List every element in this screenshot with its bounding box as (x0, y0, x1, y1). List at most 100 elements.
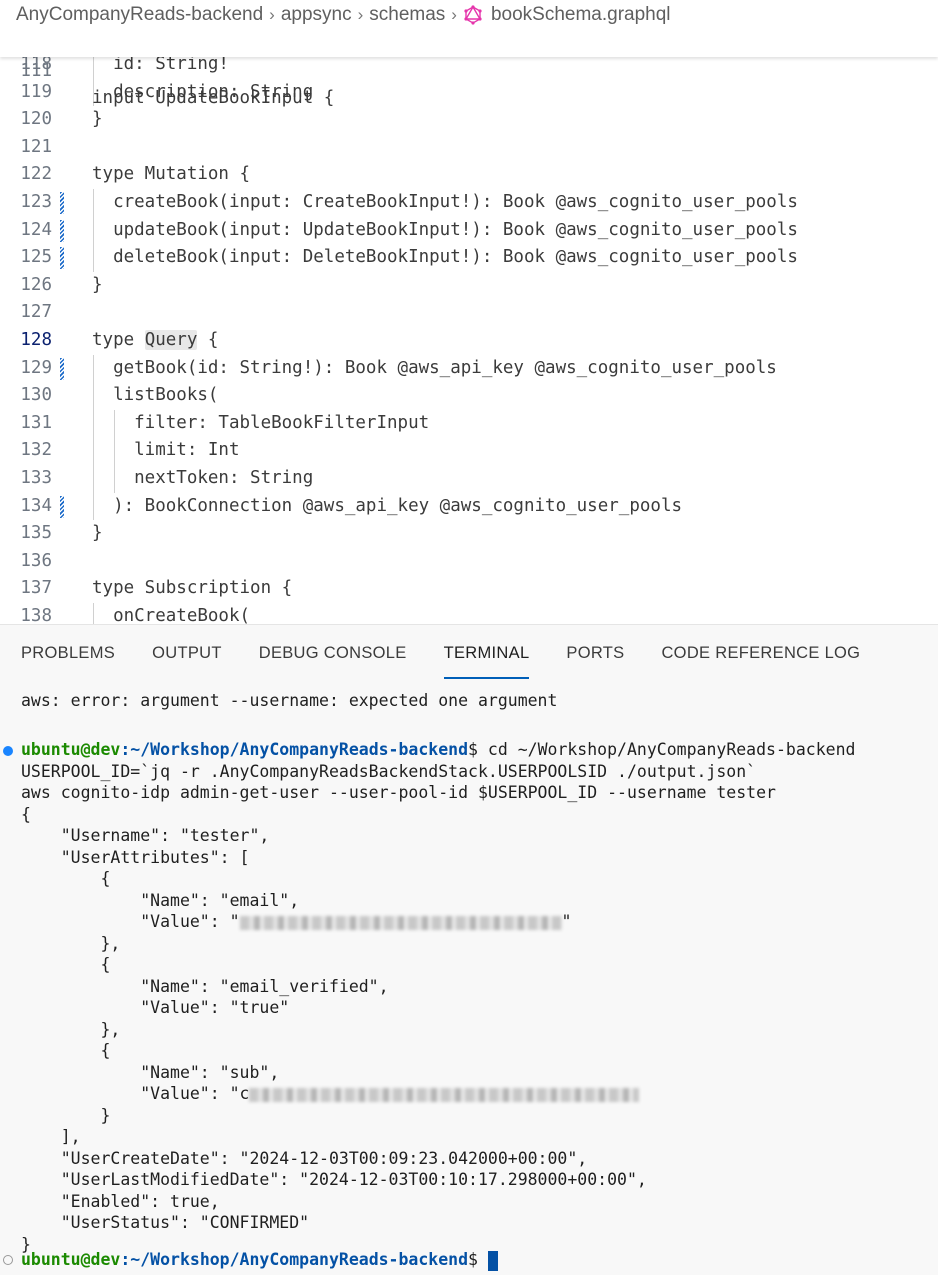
terminal-output-line: "UserStatus": "CONFIRMED" (21, 1212, 309, 1234)
terminal-output-line: }, (21, 1019, 120, 1041)
redacted-email (239, 915, 562, 930)
indent-guide (93, 603, 94, 624)
line-number: 128 (20, 330, 52, 350)
breadcrumb-item-file[interactable]: bookSchema.graphql (491, 4, 671, 26)
terminal-output-line: } (21, 1105, 110, 1127)
output-text: "UserStatus": "CONFIRMED" (21, 1213, 310, 1232)
code-line: nextToken: String (92, 468, 314, 488)
code-line: deleteBook(input: DeleteBookInput!): Boo… (92, 247, 798, 268)
output-text: "Name": "email_verified", (21, 976, 389, 996)
terminal-command: aws cognito-idp admin-get-user --user-po… (21, 783, 776, 802)
code-row[interactable]: 133 nextToken: String (0, 465, 938, 493)
code-row[interactable]: 137 type Subscription { (0, 575, 938, 603)
line-number: 122 (20, 164, 52, 185)
command-pending-dot-icon[interactable] (3, 1255, 13, 1265)
line-number: 127 (20, 302, 52, 323)
code-row[interactable]: 125 deleteBook(input: DeleteBookInput!):… (0, 244, 938, 272)
code-row[interactable]: 128 type Query { (0, 327, 938, 355)
output-text: { (21, 869, 111, 888)
code-row[interactable]: 135} (0, 520, 938, 548)
sticky-scroll-header[interactable]: 111 input UpdateBookInput { (0, 30, 938, 108)
code-row[interactable]: 129 getBook(id: String!): Book @aws_api_… (0, 354, 938, 383)
indent-guide (114, 437, 116, 465)
terminal-output-line: { (21, 804, 31, 826)
code-row[interactable]: 123 createBook(input: CreateBookInput!):… (0, 189, 938, 217)
output-text: "Value": "c (21, 1084, 250, 1103)
line-number: 124 (20, 219, 52, 240)
code-editor[interactable]: 111 input UpdateBookInput { 118 id: Stri… (0, 30, 938, 624)
tab-output[interactable]: OUTPUT (152, 625, 222, 675)
line-number: 111 (20, 60, 52, 81)
indent-guide (93, 189, 94, 217)
modified-line-indicator[interactable] (60, 192, 64, 214)
terminal-prompt-line: ubuntu@dev:~/Workshop/AnyCompanyReads-ba… (21, 1249, 498, 1271)
terminal-output-line: "Name": "email_verified", (21, 976, 389, 998)
terminal-cursor[interactable] (487, 1250, 498, 1271)
indent-guide (93, 409, 94, 438)
code-line: ): BookConnection @aws_api_key @aws_cogn… (92, 495, 683, 516)
code-row[interactable]: 127 (0, 299, 938, 327)
code-line: updateBook(input: UpdateBookInput!): Boo… (92, 219, 798, 240)
code-line: type Mutation { (92, 164, 251, 185)
modified-line-indicator[interactable] (60, 247, 64, 270)
terminal-output-line: "UserAttributes": [ (21, 847, 250, 869)
prompt-symbol: $ (468, 740, 478, 759)
output-text: "Name": "email", (21, 890, 300, 910)
code-row[interactable]: 122 type Mutation { (0, 161, 938, 189)
code-row[interactable]: 136 (0, 548, 938, 576)
code-row[interactable]: 132 limit: Int (0, 437, 938, 465)
code-row[interactable]: 138 onCreateBook( (0, 603, 938, 624)
bottom-panel: PROBLEMS OUTPUT DEBUG CONSOLE TERMINAL PORTS… (0, 624, 938, 1275)
breadcrumb-separator: › (357, 5, 364, 24)
command-success-dot-icon[interactable] (3, 746, 13, 756)
modified-line-indicator[interactable] (60, 357, 64, 380)
terminal-output-line: "Name": "sub", (21, 1062, 279, 1084)
terminal-output-line: { (21, 868, 110, 890)
tab-code-reference-log[interactable]: CODE REFERENCE LOG (661, 625, 860, 675)
line-number: 132 (20, 440, 52, 461)
tab-ports[interactable]: PORTS (566, 625, 624, 675)
breadcrumb-item-project[interactable]: AnyCompanyReads-backend (16, 4, 263, 26)
code-row[interactable]: 134 ): BookConnection @aws_api_key @aws_… (0, 492, 938, 521)
code-row[interactable]: 126} (0, 272, 938, 300)
terminal-output-line: { (21, 1040, 110, 1062)
line-number: 136 (20, 550, 52, 571)
breadcrumb-separator: › (269, 5, 275, 24)
code-line: type Query { (92, 330, 219, 350)
tab-debug-console[interactable]: DEBUG CONSOLE (259, 625, 407, 675)
modified-line-indicator[interactable] (60, 219, 64, 242)
breadcrumb-item-appsync[interactable]: appsync (281, 4, 352, 26)
indent-guide (114, 409, 116, 438)
graphql-icon (463, 5, 483, 25)
output-text: "Enabled": true, (21, 1191, 220, 1211)
tab-problems[interactable]: PROBLEMS (21, 625, 115, 675)
highlighted-symbol: Query (144, 330, 198, 350)
tab-terminal[interactable]: TERMINAL (443, 625, 530, 679)
code-line: listBooks( (92, 385, 219, 406)
code-row[interactable]: 124 updateBook(input: UpdateBookInput!):… (0, 216, 938, 245)
line-number: 134 (20, 495, 52, 516)
output-text: "UserCreateDate": "2024-12-03T00:09:23.0… (21, 1148, 588, 1168)
prompt-symbol: $ (468, 1250, 478, 1269)
code-row[interactable]: 130 listBooks( (0, 382, 938, 410)
breadcrumb-item-schemas[interactable]: schemas (369, 4, 445, 26)
line-number: 131 (20, 412, 52, 433)
output-text: "UserLastModifiedDate": "2024-12-03T00:1… (21, 1170, 647, 1189)
modified-line-indicator[interactable] (60, 495, 64, 518)
code-row[interactable]: 131 filter: TableBookFilterInput (0, 409, 938, 438)
code-line: filter: TableBookFilterInput (92, 412, 430, 433)
line-number: 135 (20, 523, 52, 544)
line-number: 123 (20, 192, 52, 212)
line-number: 137 (20, 578, 52, 599)
terminal-output-line: "UserLastModifiedDate": "2024-12-03T00:1… (21, 1169, 647, 1191)
indent-guide (93, 216, 94, 245)
output-text: { (21, 1041, 111, 1060)
output-text: "Name": "sub", (21, 1062, 280, 1082)
code-line: type Subscription { (92, 578, 293, 599)
prompt-user: ubuntu@dev (21, 740, 121, 759)
code-row[interactable]: 121 (0, 134, 938, 162)
output-text: { (21, 955, 111, 974)
terminal-output-line: "Name": "email", (21, 890, 299, 912)
breadcrumb: AnyCompanyReads-backend › appsync › sche… (0, 0, 938, 30)
output-text: "Value": "true" (21, 998, 290, 1017)
